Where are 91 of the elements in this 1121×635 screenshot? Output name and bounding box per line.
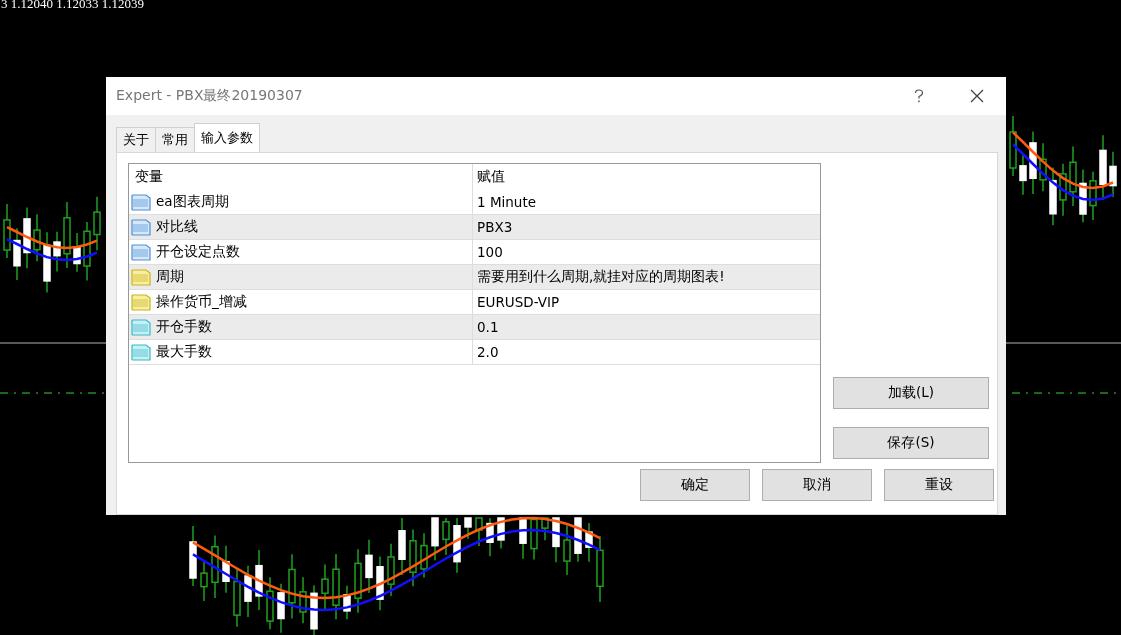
parameter-value[interactable]: PBX3: [477, 219, 513, 235]
candlestick: [244, 564, 252, 618]
parameter-name: 最大手数: [156, 343, 212, 361]
candlestick: [585, 522, 593, 563]
candlestick: [1049, 166, 1057, 227]
candlestick: [420, 532, 428, 579]
candlestick: [530, 517, 538, 561]
candlestick: [431, 517, 439, 561]
candlestick: [453, 517, 461, 574]
candlestick: [1009, 115, 1017, 177]
panel-button[interactable]: 加载(L): [833, 377, 989, 409]
tab[interactable]: 输入参数: [194, 123, 260, 152]
candlestick: [1089, 170, 1097, 221]
candlestick: [200, 560, 208, 602]
column-header: 赋值: [476, 167, 506, 186]
candlestick: [53, 231, 61, 273]
candlestick: [63, 201, 71, 269]
candlestick: [398, 517, 406, 576]
close-icon[interactable]: [970, 89, 984, 103]
candlestick: [442, 517, 450, 556]
parameter-value[interactable]: 0.1: [477, 319, 499, 335]
candlestick: [365, 539, 373, 594]
candlestick: [464, 517, 472, 540]
candlestick: [93, 196, 101, 252]
parameter-value[interactable]: 2.0: [477, 344, 499, 360]
candlestick: [1039, 142, 1047, 192]
double-type-icon: [131, 318, 151, 336]
candlestick: [1019, 152, 1027, 196]
candlestick: [73, 232, 81, 273]
candlestick: [43, 231, 51, 294]
candlestick: [541, 517, 549, 541]
candlestick: [266, 576, 274, 630]
candlestick: [387, 542, 395, 597]
panel-button[interactable]: 保存(S): [833, 427, 989, 459]
candlestick: [343, 584, 351, 620]
candlestick: [23, 206, 31, 270]
candlestick: [475, 517, 483, 547]
candlestick: [189, 525, 197, 587]
parameter-name: 开仓设定点数: [156, 243, 240, 261]
candlestick: [1069, 145, 1077, 207]
candlestick: [255, 549, 263, 611]
candlestick: [552, 517, 560, 564]
column-header: 变量: [129, 164, 473, 190]
dialog-button[interactable]: 确定: [640, 469, 750, 501]
parameter-name: 对比线: [156, 218, 198, 236]
candlestick: [1079, 168, 1087, 223]
help-icon[interactable]: [914, 89, 924, 103]
candlestick: [299, 576, 307, 624]
string-type-icon: [131, 293, 151, 311]
double-type-icon: [131, 343, 151, 361]
parameter-value[interactable]: 100: [477, 244, 503, 260]
window-title: Expert - PBX最终20190307: [116, 87, 304, 105]
candlestick: [233, 567, 241, 628]
candlestick: [13, 227, 21, 281]
candlestick: [409, 528, 417, 587]
candlestick: [519, 517, 527, 560]
dialog-button[interactable]: 取消: [762, 469, 872, 501]
candlestick: [596, 535, 604, 603]
candlestick: [321, 563, 329, 610]
candlestick: [332, 553, 340, 621]
candlestick: [497, 517, 505, 550]
candlestick: [222, 545, 230, 594]
dialog-button[interactable]: 重设: [884, 469, 994, 501]
price-quote: 3 1.12040 1.12033 1.12039: [1, 0, 144, 12]
parameter-name: 操作货币_增减: [156, 293, 247, 311]
candlestick: [310, 584, 318, 635]
candlestick: [563, 524, 571, 576]
parameter-value[interactable]: 需要用到什么周期,就挂对应的周期图表!: [477, 268, 725, 286]
parameter-name: 周期: [156, 268, 184, 286]
int-type-icon: [131, 243, 151, 261]
parameter-name: 开仓手数: [156, 318, 212, 336]
candlestick: [486, 517, 494, 557]
candlestick: [3, 203, 11, 259]
int-type-icon: [131, 218, 151, 236]
int-type-icon: [131, 193, 151, 211]
candlestick: [354, 548, 362, 614]
string-type-icon: [131, 268, 151, 286]
candlestick: [83, 221, 91, 282]
parameter-value[interactable]: EURUSD-VIP: [477, 294, 560, 310]
candlestick: [1029, 130, 1037, 195]
tab[interactable]: 关于: [116, 127, 156, 152]
candlestick: [288, 553, 296, 620]
candlestick: [1109, 151, 1117, 198]
parameter-name: ea图表周期: [156, 193, 229, 211]
candlestick: [376, 555, 384, 612]
candlestick: [277, 582, 285, 634]
candlestick: [1059, 162, 1067, 217]
parameter-value[interactable]: 1 Minute: [477, 194, 536, 210]
candlestick: [211, 534, 219, 599]
candlestick: [33, 213, 41, 262]
candlestick: [574, 517, 582, 563]
